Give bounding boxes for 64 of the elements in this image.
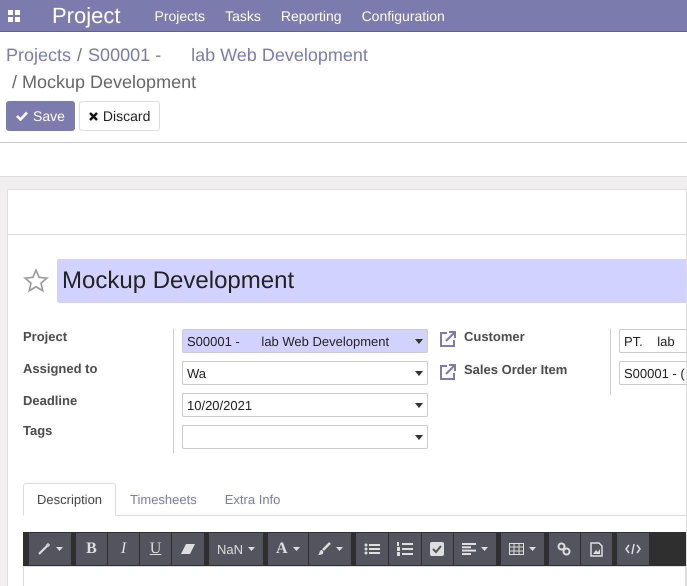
navbar-menu-item[interactable]: Projects [154,8,206,24]
field-label: Sales Order Item [464,362,568,377]
toolbar-button[interactable]: A [268,533,308,565]
numbered-list-icon [396,542,413,556]
dropdown-field[interactable]: S00001 - lab Web Development [182,329,428,353]
apps-grid-icon[interactable] [8,10,20,22]
breadcrumb-current: / Mockup Development [12,72,196,93]
caret-icon [415,370,423,376]
field-label: Customer [464,329,525,344]
breadcrumb-link[interactable]: S00001 - lab Web Development [88,45,368,66]
close-icon [88,112,98,120]
breadcrumb-separator: / [77,45,82,66]
magic-wand-button[interactable] [29,533,71,565]
discard-button[interactable]: Discard [78,101,160,131]
toolbar-button[interactable]: I [108,533,139,565]
align-left-icon [462,543,476,555]
text-field[interactable]: S00001 - ( [619,361,687,385]
external-link-icon[interactable] [438,329,458,349]
brush-icon [316,542,331,556]
bulleted-list-button[interactable] [356,533,388,565]
save-button[interactable]: Save [6,101,75,131]
dropdown-field[interactable]: 10/20/2021 [182,393,428,417]
table-button[interactable] [500,533,544,565]
align-button[interactable] [454,533,496,565]
field-label: Deadline [23,393,78,408]
code-view-button[interactable] [616,533,649,565]
magic-wand-icon [37,542,51,556]
eraser-icon [180,543,196,555]
field-label: Project [23,329,68,344]
app-title: Project [52,2,120,28]
toolbar-button[interactable]: B [76,533,107,565]
navbar-menu-item[interactable]: Tasks [225,8,261,24]
task-title-field[interactable]: Mockup Development [57,259,686,303]
table-icon [508,543,524,555]
navbar-menu-item[interactable]: Reporting [280,8,342,24]
checkbox-icon [430,542,444,556]
text-field[interactable]: PT. lab [619,329,687,353]
numbered-list-button[interactable] [388,533,421,565]
caret-icon [415,434,423,440]
toolbar-button[interactable]: NaN [209,533,264,565]
dropdown-field[interactable]: Wa [182,361,428,385]
toolbar-button[interactable]: U [140,533,171,565]
check-icon [16,111,28,121]
dropdown-field[interactable] [182,425,428,449]
external-link-icon[interactable] [438,362,458,382]
field-label: Assigned to [23,361,98,376]
tab[interactable]: Description [23,483,116,516]
link-icon [557,542,572,556]
star-icon[interactable] [23,268,49,294]
caret-icon [415,338,423,344]
caret-icon [415,402,423,408]
tab[interactable]: Extra Info [210,483,294,515]
link-button[interactable] [548,533,580,565]
code-icon [624,543,641,555]
eraser-button[interactable] [172,533,204,565]
image-file-icon [590,542,603,556]
image-button[interactable] [580,533,612,565]
breadcrumb-link[interactable]: Projects [6,45,72,66]
checklist-button[interactable] [422,533,453,565]
brush-button[interactable] [308,533,351,565]
navbar-menu-item[interactable]: Configuration [362,8,445,24]
field-label: Tags [23,423,52,438]
tab[interactable]: Timesheets [116,483,211,515]
bulleted-list-icon [364,543,380,555]
